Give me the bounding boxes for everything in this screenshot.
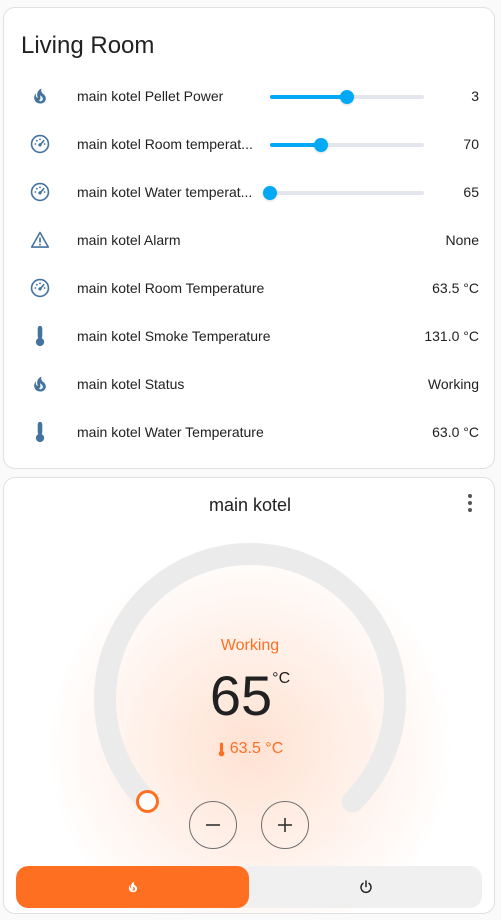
room-temperature-slider[interactable]: [270, 138, 424, 152]
mode-heat-button[interactable]: [16, 866, 249, 908]
slider-thumb[interactable]: [263, 186, 277, 200]
entity-name: main kotel Smoke Temperature: [77, 328, 271, 344]
entity-row-alarm[interactable]: main kotel Alarm None: [4, 216, 496, 264]
gauge-icon: [26, 132, 54, 156]
target-value: 65: [209, 664, 273, 727]
water-temperature-slider[interactable]: [263, 186, 424, 200]
mode-off-button[interactable]: [249, 866, 482, 908]
entity-row-water-temperature[interactable]: main kotel Water Temperature 63.0 °C: [4, 408, 496, 456]
slider-thumb[interactable]: [340, 90, 354, 104]
fire-icon: [26, 84, 54, 108]
entity-row-room-temperature-setpoint[interactable]: main kotel Room temperat... 70: [4, 120, 496, 168]
entity-state: 65: [463, 184, 479, 200]
entity-name: main kotel Room temperat...: [77, 136, 253, 152]
hvac-mode-bar: [16, 866, 482, 908]
entity-name: main kotel Room Temperature: [77, 280, 265, 296]
entity-state: 131.0 °C: [424, 328, 479, 344]
minus-icon: [206, 824, 220, 826]
decrease-button[interactable]: [189, 801, 237, 849]
thermometer-icon: [218, 742, 225, 756]
thermostat-card: main kotel Working 65°C 63.5 °C: [3, 477, 495, 914]
entities-card: Living Room main kotel Pellet Power 3 ma…: [3, 7, 495, 469]
dial-handle[interactable]: [135, 790, 159, 814]
hvac-action: Working: [220, 637, 280, 654]
entity-state: 63.5 °C: [432, 280, 479, 296]
entity-state: 63.0 °C: [432, 424, 479, 440]
fire-icon: [128, 881, 137, 893]
entity-row-smoke-temperature[interactable]: main kotel Smoke Temperature 131.0 °C: [4, 312, 496, 360]
entity-name: main kotel Status: [77, 376, 185, 392]
gauge-icon: [26, 276, 54, 300]
entity-row-status[interactable]: main kotel Status Working: [4, 360, 496, 408]
increase-button[interactable]: [261, 801, 309, 849]
alert-icon: [26, 228, 54, 252]
entity-state: 70: [463, 136, 479, 152]
plus-icon: [278, 818, 292, 832]
entity-state: Working: [427, 376, 479, 392]
entity-name: main kotel Water Temperature: [77, 424, 264, 440]
slider-fill: [270, 95, 347, 99]
current-value: 63.5 °C: [229, 740, 284, 757]
target-temperature: 65°C: [4, 664, 494, 727]
fire-icon: [26, 372, 54, 396]
entity-name: main kotel Pellet Power: [77, 88, 224, 104]
target-unit: °C: [272, 670, 291, 687]
entity-name: main kotel Water temperat...: [77, 184, 253, 200]
entity-state: 3: [471, 88, 479, 104]
thermometer-icon: [26, 324, 54, 348]
gauge-icon: [26, 180, 54, 204]
slider-thumb[interactable]: [313, 138, 328, 152]
thermometer-icon: [26, 420, 54, 444]
entity-state: None: [445, 232, 479, 248]
entity-row-pellet-power[interactable]: main kotel Pellet Power 3: [4, 72, 496, 120]
card-title: Living Room: [21, 32, 155, 59]
entity-row-room-temperature[interactable]: main kotel Room Temperature 63.5 °C: [4, 264, 496, 312]
entity-name: main kotel Alarm: [77, 232, 181, 248]
current-temperature: 63.5 °C: [4, 740, 494, 758]
pellet-power-slider[interactable]: [270, 90, 424, 104]
power-icon: [359, 880, 372, 894]
entity-row-water-temperature-setpoint[interactable]: main kotel Water temperat... 65: [4, 168, 496, 216]
